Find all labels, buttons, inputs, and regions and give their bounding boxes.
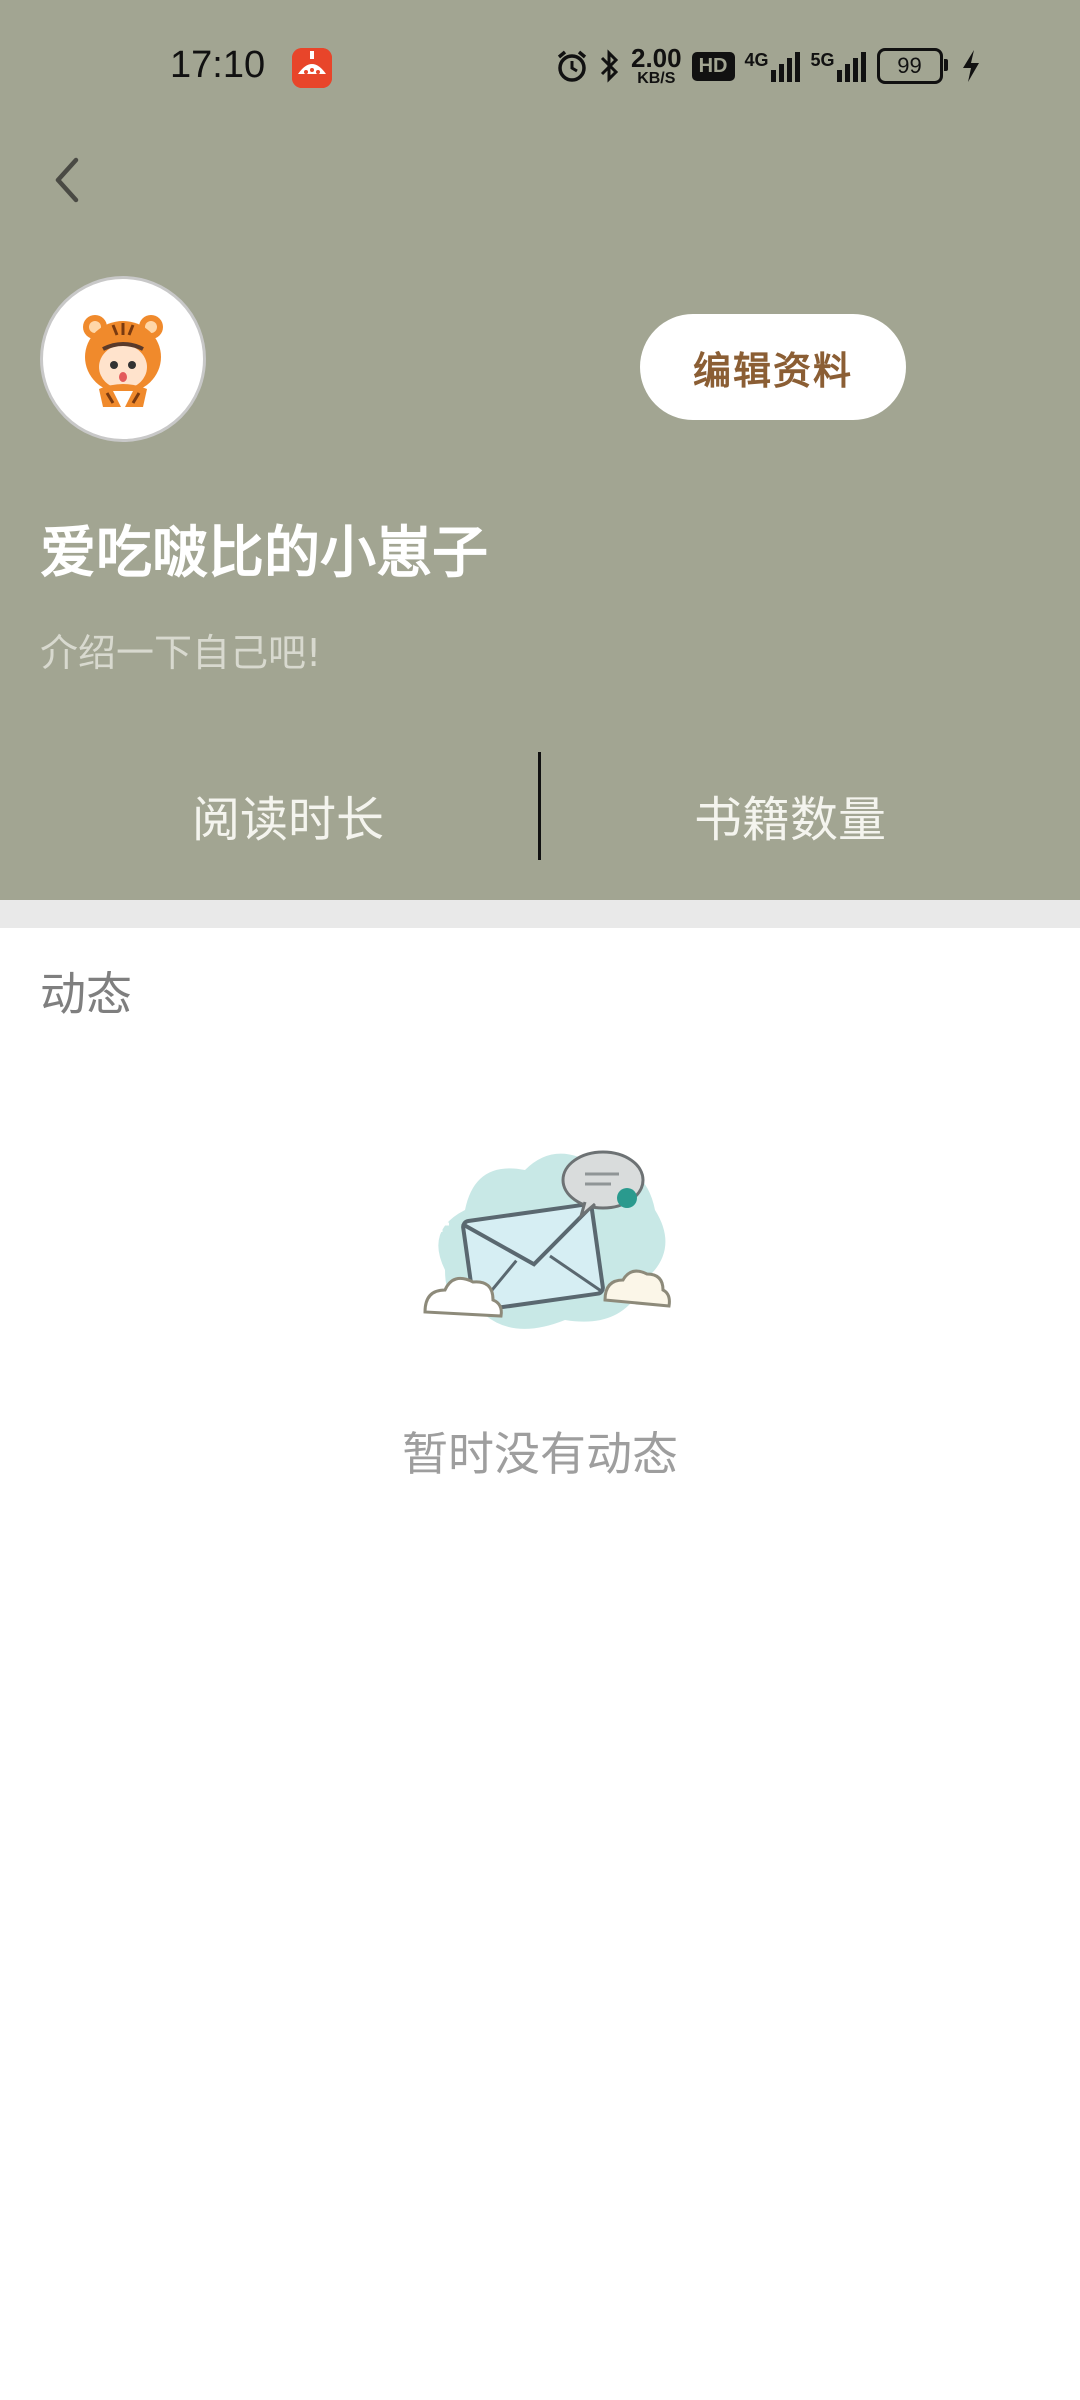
battery-icon: 99 (876, 48, 948, 84)
stat-reading-time[interactable]: 阅读时长 (88, 780, 488, 850)
empty-mail-illustration (405, 1140, 675, 1340)
section-separator (0, 900, 1080, 928)
stat-book-count[interactable]: 书籍数量 (590, 780, 990, 850)
bluetooth-icon (599, 49, 621, 83)
charging-icon (961, 49, 981, 83)
alarm-icon (555, 49, 589, 83)
status-icons: 2.00 KB/S HD 4G 5G 99 (555, 44, 981, 88)
status-time: 17:10 (170, 44, 266, 86)
username: 爱吃啵比的小崽子 (40, 521, 488, 586)
signal-4g-icon: 4G (745, 50, 801, 82)
profile-header: 17:10 2.00 KB/S HD 4G 5G 99 编辑资料 爱吃啵比的小崽… (0, 0, 1080, 900)
empty-state-text: 暂时没有动态 (402, 1427, 678, 1481)
back-button[interactable] (40, 150, 100, 210)
stats-divider (538, 752, 541, 860)
stats-row: 阅读时长 书籍数量 (0, 752, 1080, 860)
tiger-avatar-icon (83, 315, 163, 411)
hd-badge: HD (691, 51, 735, 81)
bio-placeholder[interactable]: 介绍一下自己吧! (40, 622, 321, 677)
chevron-left-icon (55, 157, 79, 203)
network-speed: 2.00 KB/S (631, 43, 682, 87)
avatar[interactable] (40, 276, 206, 442)
signal-5g-icon: 5G (811, 50, 867, 82)
feed-section-title: 动态 (40, 967, 132, 1021)
status-bar: 17:10 2.00 KB/S HD 4G 5G 99 (0, 0, 1080, 135)
edit-profile-button[interactable]: 编辑资料 (640, 314, 906, 420)
app-notification-icon (292, 48, 332, 88)
